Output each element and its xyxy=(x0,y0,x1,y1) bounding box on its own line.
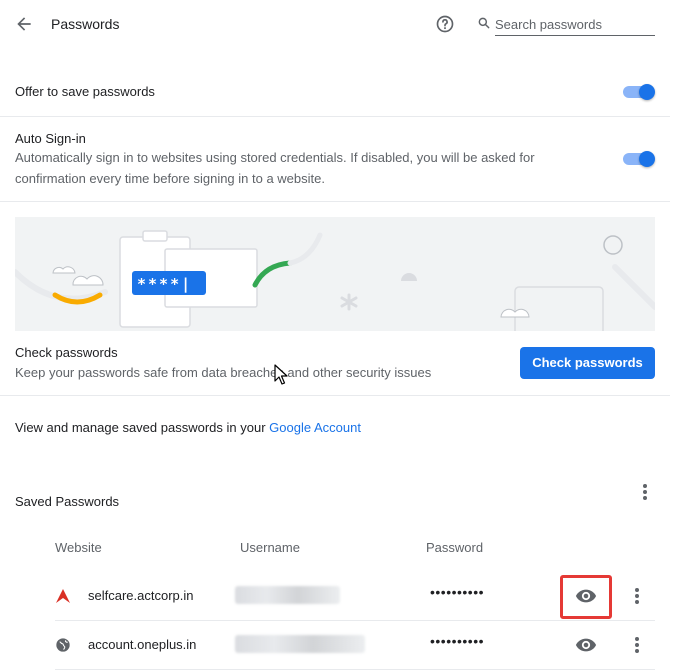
arrow-back-icon xyxy=(17,17,31,31)
help-button[interactable] xyxy=(435,14,455,34)
table-row: account.oneplus.in •••••••••• xyxy=(55,621,655,669)
offer-to-save-toggle[interactable] xyxy=(623,84,655,100)
page-header: Passwords xyxy=(0,0,676,48)
account-link-row: View and manage saved passwords in your … xyxy=(15,420,361,435)
act-logo-icon xyxy=(56,589,70,603)
website-name: account.oneplus.in xyxy=(88,637,197,652)
toggle-knob xyxy=(639,84,655,100)
google-account-link[interactable]: Google Account xyxy=(269,420,361,435)
password-value: •••••••••• xyxy=(430,633,485,649)
back-button[interactable] xyxy=(14,14,34,34)
saved-passwords-title: Saved Passwords xyxy=(15,494,120,509)
check-passwords-description: Keep your passwords safe from data breac… xyxy=(15,365,432,380)
help-circle-icon xyxy=(436,15,454,33)
search-input[interactable] xyxy=(495,14,655,36)
column-header-username: Username xyxy=(240,540,300,555)
eye-icon xyxy=(575,638,597,652)
globe-icon xyxy=(56,638,70,652)
saved-passwords-menu-button[interactable] xyxy=(637,482,653,502)
mouse-cursor-icon xyxy=(274,364,288,385)
password-check-illustration: ****| xyxy=(15,217,655,331)
account-link-prefix: View and manage saved passwords in your xyxy=(15,420,270,435)
column-header-password: Password xyxy=(426,540,484,555)
auto-signin-toggle[interactable] xyxy=(623,151,655,167)
divider xyxy=(55,669,655,670)
toggle-knob xyxy=(639,151,655,167)
show-password-button[interactable] xyxy=(575,634,597,656)
page-title: Passwords xyxy=(51,16,120,32)
website-name: selfcare.actcorp.in xyxy=(88,588,194,603)
username-blurred xyxy=(235,586,340,604)
annotation-highlight-box xyxy=(560,575,612,619)
search-icon xyxy=(478,17,490,29)
divider xyxy=(0,395,670,396)
auto-signin-description-line2: confirmation every time before signing i… xyxy=(15,171,325,186)
username-blurred xyxy=(235,635,365,653)
auto-signin-description-line1: Automatically sign in to websites using … xyxy=(15,150,535,165)
auto-signin-label: Auto Sign-in xyxy=(15,131,86,146)
offer-to-save-label: Offer to save passwords xyxy=(15,84,155,99)
check-passwords-title: Check passwords xyxy=(15,345,118,360)
divider xyxy=(0,201,670,202)
illustration-graphic xyxy=(15,230,655,331)
password-mask-text: ****| xyxy=(137,275,193,293)
password-value: •••••••••• xyxy=(430,584,485,600)
check-passwords-button[interactable]: Check passwords xyxy=(520,347,655,379)
row-menu-button[interactable] xyxy=(629,586,645,606)
row-menu-button[interactable] xyxy=(629,635,645,655)
divider xyxy=(0,116,670,117)
column-header-website: Website xyxy=(55,540,102,555)
